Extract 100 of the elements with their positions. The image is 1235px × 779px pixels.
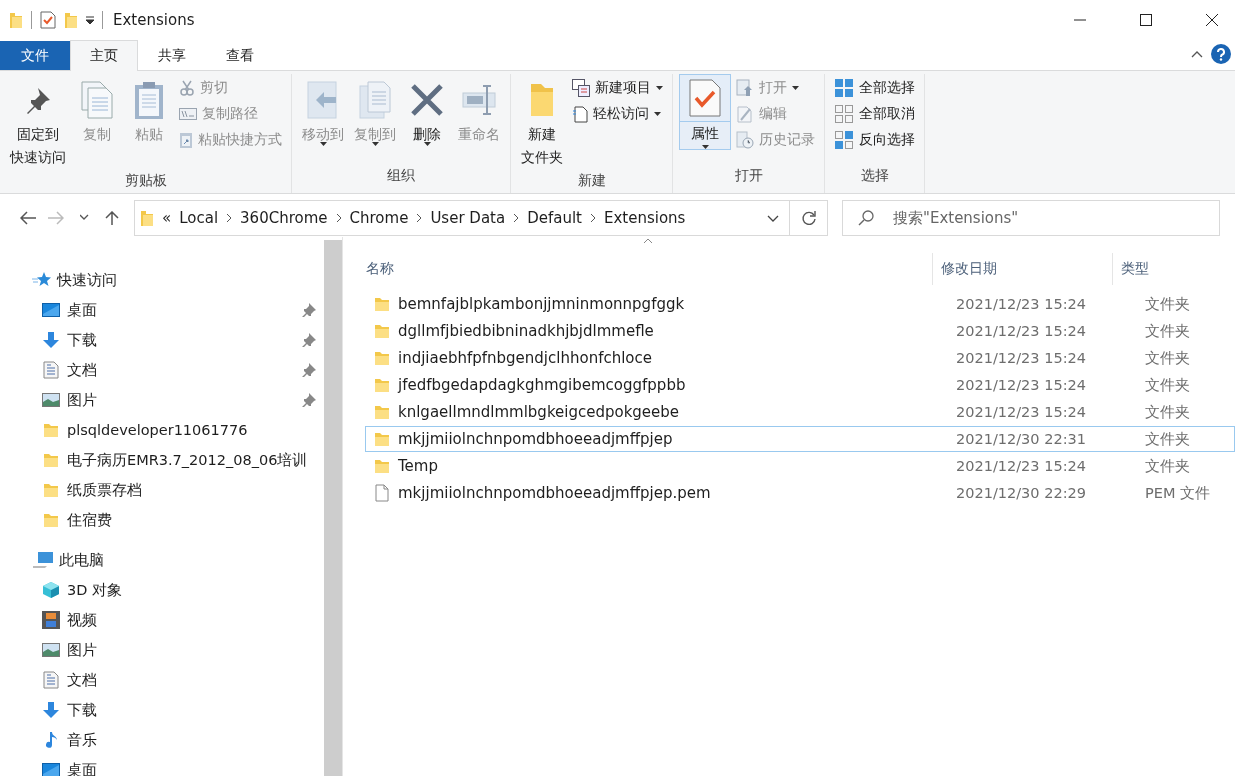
ribbon-button[interactable]: 新建项目 — [569, 76, 666, 99]
up-icon[interactable] — [105, 211, 119, 225]
select-none-icon — [834, 103, 854, 124]
folder-icon — [374, 458, 390, 474]
chevron-icon — [226, 213, 233, 223]
file-row[interactable]: mkjjmiiolnchnpomdbhoeeadjmffpjep 2021/12/30 22:31 文件夹 — [365, 426, 1235, 452]
nav-item[interactable]: 图片 — [0, 385, 324, 415]
nav-item[interactable]: 桌面 — [0, 755, 324, 776]
nav-item[interactable]: 快速访问 — [0, 265, 324, 295]
file-name: jfedfbgedapdagkghmgibemcoggfppbb — [398, 376, 686, 394]
file-name: bemnfajblpkambonjjmninmonnpgfggk — [398, 295, 685, 313]
date-cell-text: 2021/12/30 22:31 — [956, 431, 1087, 447]
customize-caret-icon[interactable] — [86, 16, 94, 24]
sort-ascending-icon — [643, 238, 653, 244]
folder-icon — [374, 431, 390, 447]
chevron-icon — [335, 213, 342, 223]
ribbon-button[interactable]: 固定到 快速访问 — [6, 74, 70, 172]
search-field[interactable]: 搜索"Extensions" — [842, 200, 1220, 236]
breadcrumb[interactable]: User Data — [430, 209, 506, 227]
ribbon-tab[interactable]: 文件 — [0, 41, 70, 70]
file-name: mkjjmiiolnchnpomdbhoeeadjmffpjep — [398, 430, 673, 448]
select-all-icon — [834, 77, 854, 98]
folder-icon — [43, 452, 59, 468]
file-name: dgllmfjbiedbibninadkhjbjdlmmefle — [398, 322, 654, 340]
folder-icon — [374, 350, 390, 366]
folder-icon — [43, 422, 59, 438]
file-name: mkjjmiiolnchnpomdbhoeeadjmffpjep.pem — [398, 484, 711, 502]
help-icon[interactable] — [1211, 44, 1231, 64]
nav-item[interactable]: plsqldeveloper11061776 — [0, 415, 324, 445]
date-cell-text: 2021/12/23 15:24 — [956, 323, 1087, 339]
date-cell-text: 2021/12/23 15:24 — [956, 377, 1087, 393]
nav-item[interactable]: 3D 对象 — [0, 575, 324, 605]
group-label: 选择 — [859, 167, 890, 185]
scrollbar[interactable] — [324, 240, 342, 776]
ribbon-button[interactable]: 反向选择 — [831, 128, 918, 151]
type-cell-text: 文件夹 — [1144, 456, 1191, 476]
nav-item[interactable]: 视频 — [0, 605, 324, 635]
column-header[interactable]: 类型 — [1113, 253, 1235, 285]
type-cell-text: 文件夹 — [1144, 348, 1191, 368]
properties-icon[interactable] — [40, 11, 56, 29]
file-row[interactable]: indjiaebhfpfnbgendjclhhonfchloce 2021/12/23 15:24 文件夹 — [365, 345, 1235, 371]
breadcrumb[interactable]: Default — [527, 209, 582, 227]
cube-icon — [42, 581, 60, 599]
path-icon — [179, 107, 197, 120]
nav-item[interactable]: 音乐 — [0, 725, 324, 755]
shortcut-icon — [179, 130, 193, 149]
file-row[interactable]: knlgaellmndlmmlbgkeigcedpokgeebe 2021/12/23 15:24 文件夹 — [365, 399, 1235, 425]
type-cell-text: 文件夹 — [1144, 402, 1191, 422]
nav-item[interactable]: 文档 — [0, 355, 324, 385]
dropdown-chevron-icon[interactable] — [767, 214, 779, 222]
column-header[interactable]: 修改日期 — [933, 253, 1113, 285]
file-row[interactable]: jfedfbgedapdagkghmgibemcoggfppbb 2021/12/23 15:24 文件夹 — [365, 372, 1235, 398]
date-cell-text: 2021/12/23 15:24 — [956, 350, 1087, 366]
address-bar[interactable]: « Local 360Chrome Chrome User Data Default Extensions — [134, 200, 790, 236]
folder-icon — [43, 512, 59, 528]
rename-icon — [461, 83, 497, 117]
nav-item[interactable]: 下载 — [0, 695, 324, 725]
ribbon-button[interactable]: 删除 — [402, 74, 452, 149]
refresh-button[interactable] — [790, 200, 828, 236]
document-icon — [572, 104, 588, 123]
folder-icon — [43, 482, 59, 498]
breadcrumb[interactable]: Chrome — [349, 209, 409, 227]
nav-item[interactable]: 电子病历EMR3.7_2012_08_06培训 — [0, 445, 324, 475]
search-icon — [858, 210, 874, 226]
type-cell-text: PEM 文件 — [1144, 483, 1212, 503]
breadcrumb[interactable]: Extensions — [604, 209, 686, 227]
copy-to-icon — [358, 80, 392, 120]
ribbon-tab[interactable]: 查看 — [206, 41, 274, 70]
nav-item[interactable]: 桌面 — [0, 295, 324, 325]
chevron-icon — [513, 213, 520, 223]
ribbon-button[interactable]: 全部选择 — [831, 76, 918, 99]
maximize-icon — [1140, 14, 1152, 26]
ribbon-button[interactable]: 新建 文件夹 — [517, 74, 567, 172]
ribbon-tab[interactable]: 主页 — [70, 40, 138, 71]
nav-item[interactable]: 文档 — [0, 665, 324, 695]
breadcrumb[interactable]: 360Chrome — [240, 209, 328, 227]
file-row[interactable]: bemnfajblpkambonjjmninmonnpgfggk 2021/12/23 15:24 文件夹 — [365, 291, 1235, 317]
date-cell-text: 2021/12/23 15:24 — [956, 296, 1087, 312]
type-cell-text: 文件夹 — [1144, 294, 1191, 314]
collapse-ribbon-icon[interactable] — [1191, 50, 1203, 58]
file-row[interactable]: mkjjmiiolnchnpomdbhoeeadjmffpjep.pem 2021/12/30 22:29 PEM 文件 — [365, 480, 1235, 506]
file-row[interactable]: Temp 2021/12/23 15:24 文件夹 — [365, 453, 1235, 479]
ribbon-button[interactable]: 轻松访问 — [569, 102, 666, 125]
ribbon-button[interactable]: 属性 — [679, 74, 731, 150]
ribbon-tab[interactable]: 共享 — [138, 41, 206, 70]
ribbon-button[interactable]: 全部取消 — [831, 102, 918, 125]
nav-item[interactable]: 此电脑 — [0, 545, 324, 575]
folder-icon — [140, 209, 154, 227]
nav-item[interactable]: 下载 — [0, 325, 324, 355]
overflow-chevron[interactable]: « — [162, 209, 172, 227]
file-name: Temp — [398, 457, 438, 475]
nav-item[interactable]: 纸质票存档 — [0, 475, 324, 505]
folder-icon — [374, 323, 390, 339]
nav-item[interactable]: 住宿费 — [0, 505, 324, 535]
breadcrumb[interactable]: Local — [179, 209, 219, 227]
back-icon[interactable] — [20, 211, 36, 225]
new-item-icon — [572, 78, 590, 97]
column-header[interactable]: 名称 — [343, 253, 933, 285]
nav-item[interactable]: 图片 — [0, 635, 324, 665]
file-row[interactable]: dgllmfjbiedbibninadkhjbjdlmmefle 2021/12/23 15:24 文件夹 — [365, 318, 1235, 344]
